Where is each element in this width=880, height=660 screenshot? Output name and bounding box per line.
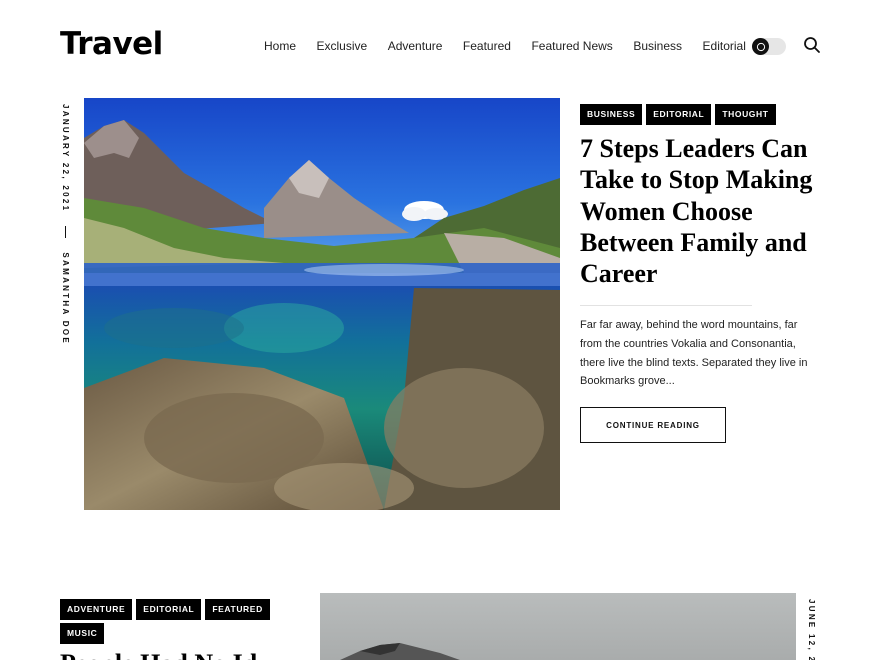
- post-date[interactable]: JANUARY 22, 2021: [61, 104, 70, 212]
- mountain-photo: [340, 643, 460, 660]
- site-logo[interactable]: Travel: [60, 26, 163, 62]
- post-title[interactable]: People Had No Id: [60, 648, 290, 660]
- tag-business[interactable]: BUSINESS: [580, 104, 643, 125]
- main-nav: Home Exclusive Adventure Featured Featur…: [264, 39, 766, 53]
- search-icon[interactable]: [803, 36, 821, 54]
- tag-thought[interactable]: THOUGHT: [715, 104, 776, 125]
- post-excerpt: Far far away, behind the word mountains,…: [580, 319, 808, 388]
- nav-item-featured[interactable]: Featured: [463, 39, 511, 53]
- tag-featured[interactable]: FEATURED: [205, 599, 270, 620]
- tag-adventure[interactable]: ADVENTURE: [60, 599, 133, 620]
- nav-item-exclusive[interactable]: Exclusive: [317, 39, 368, 53]
- post-tags: ADVENTURE EDITORIAL FEATURED MUSIC: [60, 599, 280, 647]
- moon-icon: [756, 42, 765, 51]
- nav-item-home[interactable]: Home: [264, 39, 296, 53]
- post-meta: JANUARY 22, 2021 SAMANTHA DOE: [60, 104, 70, 345]
- nav-item-adventure[interactable]: Adventure: [388, 39, 443, 53]
- post-meta: JUNE 12, 2: [806, 599, 816, 660]
- post-title[interactable]: 7 Steps Leaders Can Take to Stop Making …: [580, 133, 825, 289]
- meta-divider: [65, 226, 66, 239]
- theme-toggle[interactable]: [752, 38, 786, 55]
- tag-editorial[interactable]: EDITORIAL: [646, 104, 712, 125]
- tag-music[interactable]: MUSIC: [60, 623, 105, 644]
- continue-reading-button[interactable]: CONTINUE READING: [580, 407, 726, 443]
- tag-editorial[interactable]: EDITORIAL: [136, 599, 202, 620]
- nav-item-editorial[interactable]: Editorial: [703, 39, 746, 53]
- post-date[interactable]: JUNE 12, 2: [807, 599, 816, 660]
- post-tags: BUSINESS EDITORIAL THOUGHT: [580, 104, 820, 128]
- nav-item-business[interactable]: Business: [633, 39, 682, 53]
- nav-item-featured-news[interactable]: Featured News: [531, 39, 612, 53]
- post-featured-image[interactable]: [84, 98, 560, 510]
- divider: [580, 305, 752, 306]
- post-featured-image[interactable]: [320, 593, 796, 660]
- toggle-knob: [752, 38, 769, 55]
- post-author[interactable]: SAMANTHA DOE: [61, 252, 70, 345]
- lake-mountain-photo: [84, 98, 560, 510]
